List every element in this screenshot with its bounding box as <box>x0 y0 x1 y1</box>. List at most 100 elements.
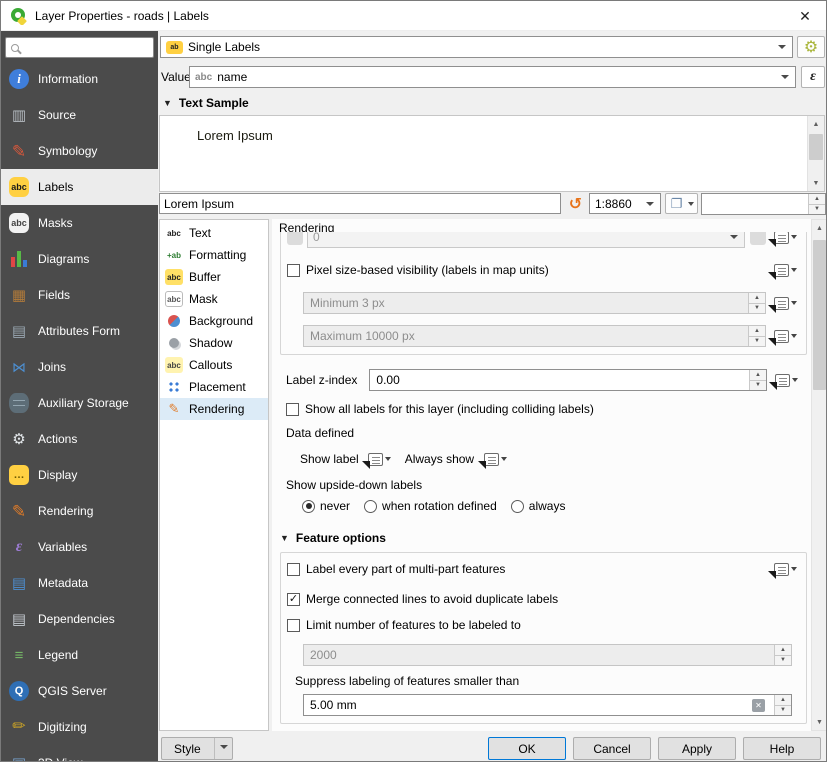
spinner-arrows[interactable]: ▲▼ <box>808 194 825 214</box>
tab-mask[interactable]: abcMask <box>160 288 268 310</box>
style-dropdown-arrow[interactable] <box>214 738 232 759</box>
pixel-size-visibility-checkbox[interactable] <box>287 264 300 277</box>
panel-scrollbar[interactable]: ▲ ▼ <box>811 219 827 731</box>
data-defined-override-button[interactable] <box>770 558 800 580</box>
spinner-arrows[interactable]: ▲▼ <box>774 645 791 665</box>
spinner-arrows[interactable]: ▲▼ <box>774 695 791 715</box>
scroll-down-icon[interactable]: ▼ <box>812 714 827 730</box>
auto-placement-settings-button[interactable]: ⚙ <box>797 36 825 58</box>
maximum-pixel-spinner[interactable]: Maximum 10000 px ▲▼ <box>303 325 766 347</box>
sidebar-item-diagrams[interactable]: Diagrams <box>1 241 158 277</box>
tab-formatting[interactable]: +abFormatting <box>160 244 268 266</box>
scroll-up-icon[interactable]: ▲ <box>808 116 824 132</box>
tab-text[interactable]: abcText <box>160 222 268 244</box>
tab-background[interactable]: Background <box>160 310 268 332</box>
preview-scale-select[interactable]: 1:8860 <box>589 193 661 214</box>
scrollbar-track[interactable] <box>812 236 827 714</box>
label-mode-select[interactable]: ab Single Labels <box>160 36 793 58</box>
sidebar-item-digitizing[interactable]: ✏Digitizing <box>1 709 158 745</box>
sidebar-item-rendering[interactable]: ✎Rendering <box>1 493 158 529</box>
reset-sample-button[interactable]: ↺ <box>565 193 586 214</box>
sidebar-item-labels[interactable]: abcLabels <box>1 169 158 205</box>
tab-callouts[interactable]: abcCallouts <box>160 354 268 376</box>
set-to-canvas-scale-icon[interactable] <box>750 232 766 245</box>
spinner-arrows[interactable]: ▲▼ <box>748 293 765 313</box>
spin-up-icon[interactable]: ▲ <box>749 326 765 336</box>
search-input[interactable] <box>24 38 148 57</box>
help-button[interactable]: Help <box>743 737 821 760</box>
maximum-scale-select[interactable]: 0 <box>307 232 745 248</box>
radio-always[interactable] <box>511 500 524 513</box>
sidebar-item-attributes-form[interactable]: ▤Attributes Form <box>1 313 158 349</box>
scrollbar-thumb[interactable] <box>813 240 826 390</box>
sidebar-item-auxiliary-storage[interactable]: Auxiliary Storage <box>1 385 158 421</box>
spin-down-icon[interactable]: ▼ <box>775 655 791 666</box>
sidebar-item-metadata[interactable]: ▤Metadata <box>1 565 158 601</box>
sidebar-item-fields[interactable]: ▦Fields <box>1 277 158 313</box>
clear-value-icon[interactable]: ✕ <box>752 699 765 712</box>
spin-up-icon[interactable]: ▲ <box>775 695 791 705</box>
ok-button[interactable]: OK <box>488 737 566 760</box>
close-button[interactable]: ✕ <box>796 7 814 25</box>
spin-up-icon[interactable]: ▲ <box>750 370 766 380</box>
minimum-pixel-spinner[interactable]: Minimum 3 px ▲▼ <box>303 292 766 314</box>
label-every-part-checkbox[interactable] <box>287 563 300 576</box>
tab-shadow[interactable]: Shadow <box>160 332 268 354</box>
spin-down-icon[interactable]: ▼ <box>750 380 766 391</box>
spin-down-icon[interactable]: ▼ <box>775 705 791 716</box>
spin-down-icon[interactable]: ▼ <box>749 336 765 347</box>
spinner-arrows[interactable]: ▲▼ <box>749 370 766 390</box>
merge-connected-checkbox[interactable] <box>287 593 300 606</box>
radio-never[interactable] <box>302 500 315 513</box>
limit-features-checkbox[interactable] <box>287 619 300 632</box>
sidebar-item-source[interactable]: ▥Source <box>1 97 158 133</box>
sidebar-item-display[interactable]: …Display <box>1 457 158 493</box>
sidebar-item-information[interactable]: iInformation <box>1 61 158 97</box>
data-defined-override-button[interactable] <box>365 448 395 470</box>
data-defined-override-button[interactable] <box>770 292 800 314</box>
data-defined-override-button[interactable] <box>770 232 800 248</box>
scroll-down-icon[interactable]: ▼ <box>808 175 824 191</box>
sidebar-item-joins[interactable]: ⋈Joins <box>1 349 158 385</box>
scrollbar-thumb[interactable] <box>809 134 823 160</box>
zindex-spinner[interactable]: 0.00 ▲▼ <box>369 369 767 391</box>
spin-down-icon[interactable]: ▼ <box>749 303 765 314</box>
scroll-up-icon[interactable]: ▲ <box>812 220 827 236</box>
spin-up-icon[interactable]: ▲ <box>809 194 825 204</box>
text-sample-header[interactable]: ▼ Text Sample <box>163 96 249 110</box>
data-defined-override-button[interactable] <box>770 259 800 281</box>
cancel-button[interactable]: Cancel <box>573 737 651 760</box>
sidebar-item-3d-view[interactable]: ▣3D View <box>1 745 158 762</box>
show-all-labels-checkbox[interactable] <box>286 403 299 416</box>
data-defined-override-button[interactable] <box>771 369 801 391</box>
tab-buffer[interactable]: abcBuffer <box>160 266 268 288</box>
sidebar-item-dependencies[interactable]: ▤Dependencies <box>1 601 158 637</box>
scrollbar-track[interactable] <box>808 132 824 175</box>
sidebar-item-variables[interactable]: εVariables <box>1 529 158 565</box>
spin-up-icon[interactable]: ▲ <box>749 293 765 303</box>
tab-rendering[interactable]: ✎Rendering <box>160 398 268 420</box>
limit-features-spinner[interactable]: 2000 ▲▼ <box>303 644 792 666</box>
sidebar-item-qgis-server[interactable]: QQGIS Server <box>1 673 158 709</box>
spin-up-icon[interactable]: ▲ <box>775 645 791 655</box>
sidebar-item-masks[interactable]: abcMasks <box>1 205 158 241</box>
apply-button[interactable]: Apply <box>658 737 736 760</box>
sidebar-item-legend[interactable]: ≡Legend <box>1 637 158 673</box>
spinner-arrows[interactable]: ▲▼ <box>748 326 765 346</box>
radio-when-rotation-defined[interactable] <box>364 500 377 513</box>
feature-options-header[interactable]: ▼ Feature options <box>280 531 811 545</box>
sidebar-item-actions[interactable]: ⚙Actions <box>1 421 158 457</box>
spin-down-icon[interactable]: ▼ <box>809 204 825 215</box>
map-settings-button[interactable]: ❐ <box>665 193 698 214</box>
preview-size-spinner[interactable]: ▲▼ <box>701 193 826 215</box>
suppress-spinner[interactable]: 5.00 mm ✕ ▲▼ <box>303 694 792 716</box>
style-menu-button[interactable]: Style <box>161 737 233 760</box>
sidebar-search[interactable] <box>5 37 154 58</box>
data-defined-override-button[interactable] <box>770 325 800 347</box>
tab-placement[interactable]: Placement <box>160 376 268 398</box>
sidebar-item-symbology[interactable]: ✎Symbology <box>1 133 158 169</box>
value-field-select[interactable]: abc name <box>189 66 796 88</box>
sample-text-input[interactable] <box>159 193 561 214</box>
data-defined-override-button[interactable] <box>480 448 510 470</box>
expression-builder-button[interactable]: ε <box>801 66 825 88</box>
